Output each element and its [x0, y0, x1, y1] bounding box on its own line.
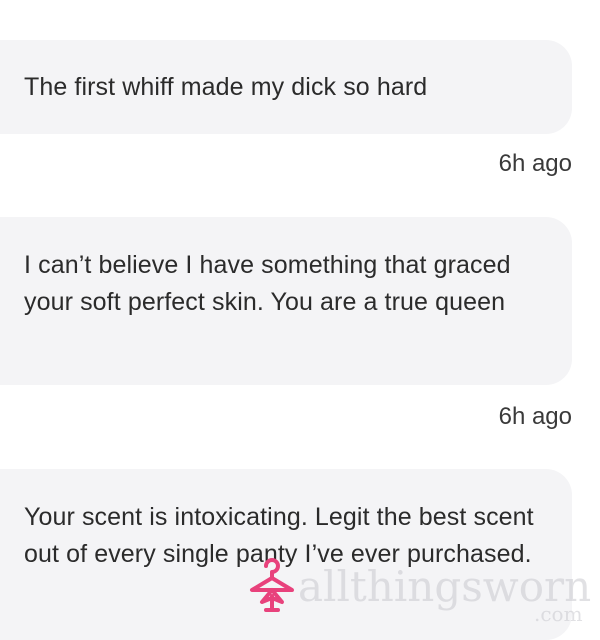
message-bubble[interactable]: Your scent is intoxicating. Legit the be… — [0, 469, 572, 640]
message-bubble[interactable]: I can’t believe I have something that gr… — [0, 217, 572, 385]
message-text: I can’t believe I have something that gr… — [24, 251, 511, 316]
message-text: The first whiff made my dick so hard — [24, 73, 428, 101]
message-timestamp: 6h ago — [498, 150, 572, 177]
message-bubble[interactable]: The first whiff made my dick so hard — [0, 40, 572, 134]
message-text: Your scent is intoxicating. Legit the be… — [24, 503, 534, 568]
message-timestamp: 6h ago — [498, 403, 572, 430]
